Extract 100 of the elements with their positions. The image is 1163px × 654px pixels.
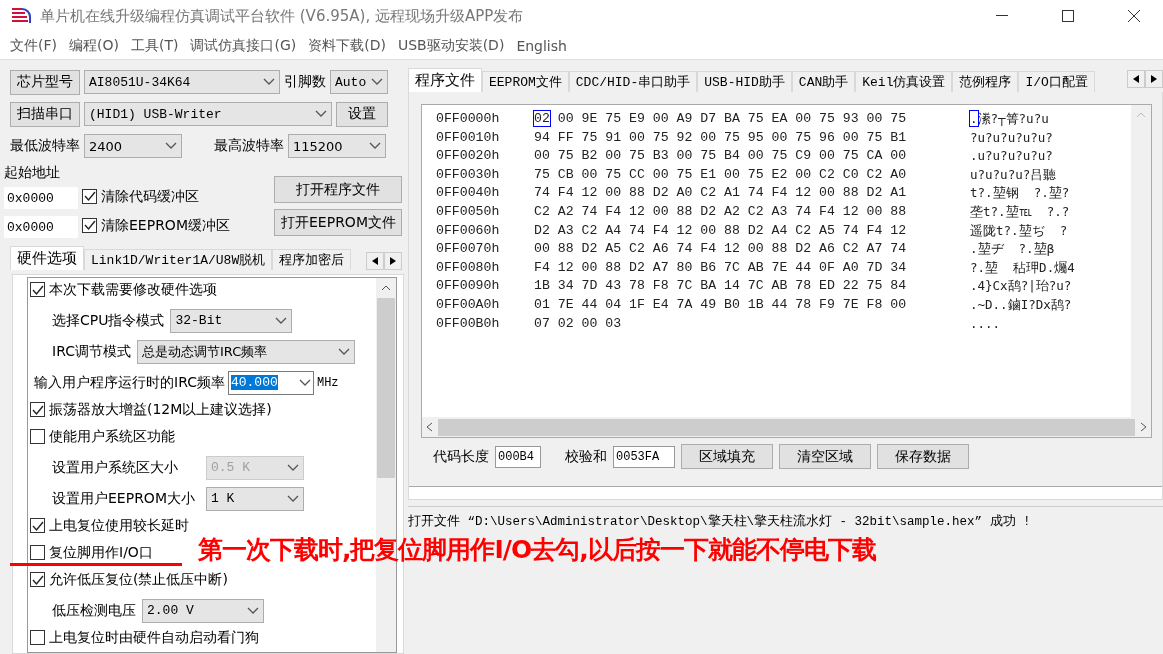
checkbox-label: 上电复位使用较长延时 <box>49 518 189 533</box>
hex-bytes: 00 75 B2 00 75 B3 00 75 B4 00 75 C9 00 75 CA 00 <box>534 147 908 166</box>
hex-bytes: 01 7E 44 04 1F E4 7A 49 B0 1B 44 78 F9 7E F8 00 <box>534 295 908 314</box>
dropdown[interactable]: 115200 <box>288 134 386 158</box>
tab[interactable]: CDC/HID-串口助手 <box>568 71 698 92</box>
dropdown[interactable]: 32-Bit <box>170 308 293 333</box>
hex-address: 0FF0050h <box>436 202 501 221</box>
tab[interactable]: Link1D/Writer1A/U8W脱机 <box>84 249 273 270</box>
checkbox-label: 允许低压复位(禁止低压中断) <box>49 572 228 587</box>
chevron-down-icon <box>371 78 383 86</box>
address-field[interactable]: 0x0000 <box>4 187 78 209</box>
dropdown[interactable]: 2.00 V <box>142 598 264 623</box>
checksum-field: 0053FA <box>613 445 675 468</box>
settings-button[interactable]: 设置 <box>336 101 388 127</box>
open-file-button[interactable]: 打开程序文件 <box>274 176 402 203</box>
right-arrow-icon[interactable] <box>1151 75 1157 83</box>
menu-item[interactable]: 工具(T) <box>124 36 185 55</box>
checkbox-label: 使能用户系统区功能 <box>49 429 175 444</box>
checksum-label: 校验和 <box>565 447 607 466</box>
checkbox[interactable] <box>30 518 45 533</box>
menu-item[interactable]: 调试仿真接口(G) <box>184 36 303 55</box>
menu-item[interactable]: USB驱动安装(D) <box>391 36 511 55</box>
checkbox[interactable] <box>82 217 97 233</box>
checkbox-label: 清除EEPROM缓冲区 <box>101 217 230 233</box>
hex-ascii: 遥陇t?.堃ぢ ? <box>970 221 1068 240</box>
hex-action-button[interactable]: 保存数据 <box>877 444 969 469</box>
option-label: 选择CPU指令模式 <box>52 311 165 330</box>
hex-address: 0FF0090h <box>436 277 501 296</box>
chevron-down-icon <box>337 347 350 356</box>
tab[interactable]: 范例程序 <box>952 71 1019 92</box>
tab[interactable]: 程序文件 <box>408 68 482 92</box>
hex-ascii: t?.堃钢 ?.堃? <box>970 184 1070 203</box>
checkbox[interactable] <box>30 282 45 297</box>
option-label: 低压检测电压 <box>52 601 136 620</box>
chevron-down-icon <box>263 78 275 86</box>
app-logo-icon <box>10 6 32 26</box>
tab[interactable]: USB-HID助手 <box>697 71 792 92</box>
hex-ascii: .4}Cx鸹?|珆?u? <box>970 277 1072 296</box>
hex-action-button[interactable]: 清空区域 <box>779 444 871 469</box>
chip-model-button[interactable]: 芯片型号 <box>10 69 80 95</box>
right-arrow-icon[interactable] <box>390 257 396 265</box>
hex-bytes: 94 FF 75 91 00 75 92 00 75 95 00 75 96 00 75 B1 <box>534 128 908 147</box>
frequency-field[interactable]: 40.000 <box>227 370 314 395</box>
dropdown[interactable]: (HID1) USB-Writer <box>84 102 332 126</box>
menu-item[interactable]: 文件(F) <box>4 36 63 55</box>
hex-action-button[interactable]: 区域填充 <box>681 444 773 469</box>
chevron-down-icon <box>298 378 311 387</box>
window-title: 单片机在线升级编程仿真调试平台软件 (V6.95A), 远程现场升级APP发布 <box>40 6 525 26</box>
open-file-button[interactable]: 打开EEPROM文件 <box>274 209 402 236</box>
hex-ascii: ?.堃 秥玾D.爥4 <box>970 258 1075 277</box>
dropdown[interactable]: 1 K <box>206 486 304 511</box>
code-length-label: 代码长度 <box>433 447 489 466</box>
horizontal-scrollbar[interactable] <box>422 417 1151 437</box>
pin-count-label: 引脚数 <box>284 73 326 91</box>
annotation-text: 第一次下载时,把复位脚用作I/O去勾,以后按一下就能不停电下载 <box>198 535 876 565</box>
left-arrow-icon[interactable] <box>1133 75 1139 83</box>
chevron-down-icon <box>275 316 288 325</box>
tab[interactable]: Keil仿真设置 <box>855 71 953 92</box>
menu-item[interactable]: 资料下载(D) <box>302 36 392 55</box>
checkbox[interactable] <box>30 630 45 645</box>
checkbox[interactable] <box>30 545 45 560</box>
checkbox-label: 本次下载需要修改硬件选项 <box>49 282 217 297</box>
hex-ascii: ?u?u?u?u?u? <box>970 128 1053 147</box>
tab[interactable]: I/O口配置 <box>1018 71 1095 92</box>
tab[interactable]: 硬件选项 <box>10 246 84 270</box>
menu-item[interactable]: 编程(O) <box>63 36 125 55</box>
hex-bytes: 1B 34 7D 43 78 F8 7C BA 14 7C AB 78 ED 22 75 84 <box>534 277 908 296</box>
checkbox[interactable] <box>30 572 45 587</box>
code-length-field: 000B4 <box>495 445 541 468</box>
hex-address: 0FF00B0h <box>436 314 501 333</box>
hex-address: 0FF00A0h <box>436 295 501 314</box>
option-label: 设置用户系统区大小 <box>52 458 179 477</box>
dropdown[interactable]: 2400 <box>84 134 182 158</box>
dropdown[interactable]: Auto <box>330 70 388 94</box>
menu-item[interactable]: English <box>510 37 573 54</box>
checkbox[interactable] <box>30 429 45 444</box>
left-arrow-icon[interactable] <box>372 257 378 265</box>
tab[interactable]: EEPROM文件 <box>482 71 569 92</box>
scrollbar[interactable] <box>1131 105 1151 417</box>
checkbox[interactable] <box>82 188 97 204</box>
checkbox-label: 上电复位时由硬件自动启动看门狗 <box>49 630 259 645</box>
scan-port-button[interactable]: 扫描串口 <box>10 101 80 127</box>
hex-address: 0FF0080h <box>436 258 501 277</box>
tab[interactable]: CAN助手 <box>791 71 856 92</box>
unit-label: MHz <box>316 375 339 390</box>
baud-label: 最高波特率 <box>214 137 284 155</box>
dropdown[interactable]: AI8051U-34K64 <box>84 70 280 94</box>
hex-address: 0FF0060h <box>436 221 501 240</box>
tab[interactable]: 程序加密后 <box>272 249 352 270</box>
checkbox-label: 振荡器放大增益(12M以上建议选择) <box>49 402 272 417</box>
dropdown[interactable]: 总是动态调节IRC频率 <box>136 339 355 364</box>
hex-ascii: u?u?u?u?吕聽 <box>970 165 1057 184</box>
address-field[interactable]: 0x0000 <box>4 216 78 238</box>
hex-address: 0FF0030h <box>436 165 501 184</box>
hex-address: 0FF0010h <box>436 128 501 147</box>
start-address-label: 起始地址 <box>4 164 61 182</box>
hex-address: 0FF0070h <box>436 240 501 259</box>
checkbox[interactable] <box>30 402 45 417</box>
chevron-down-icon <box>287 463 299 472</box>
hex-bytes: 00 88 D2 A5 C2 A6 74 F4 12 00 88 D2 A6 C2 A7 74 <box>534 240 908 259</box>
